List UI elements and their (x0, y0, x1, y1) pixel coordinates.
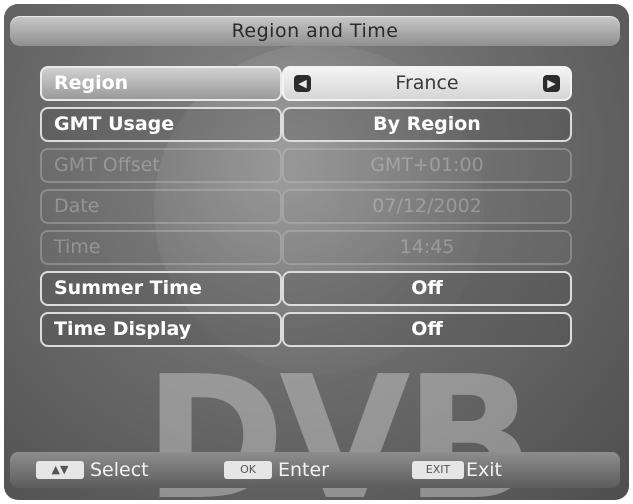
osd-screen: DVB Region and Time Region ◀ France ▶ GM… (4, 4, 629, 500)
region-label: Region (54, 72, 129, 94)
hint-select: ▲▼ Select (32, 452, 182, 488)
menu-row-gmt-usage[interactable]: GMT Usage By Region (40, 107, 572, 142)
menu-label-cell: GMT Offset (40, 148, 282, 183)
footer-hint-bar: ▲▼ Select OK Enter EXIT Exit (10, 452, 620, 488)
region-value: France (395, 72, 459, 94)
select-hint-label: Select (90, 459, 149, 481)
gmt-offset-label: GMT Offset (54, 154, 160, 176)
menu-row-summer-time[interactable]: Summer Time Off (40, 271, 572, 306)
up-down-arrow-icon: ▲▼ (36, 461, 84, 479)
menu-row-region[interactable]: Region ◀ France ▶ (40, 66, 572, 101)
menu-row-gmt-offset: GMT Offset GMT+01:00 (40, 148, 572, 183)
time-value: 14:45 (399, 236, 455, 258)
gmt-usage-label: GMT Usage (54, 113, 175, 135)
menu-label-cell: GMT Usage (40, 107, 282, 142)
menu-label-cell: Time (40, 230, 282, 265)
title-bar: Region and Time (10, 16, 620, 46)
time-display-value-cell[interactable]: Off (282, 312, 572, 347)
menu-label-cell: Date (40, 189, 282, 224)
gmt-offset-value-cell: GMT+01:00 (282, 148, 572, 183)
menu-row-time-display[interactable]: Time Display Off (40, 312, 572, 347)
summer-time-label: Summer Time (54, 277, 202, 299)
menu-row-time: Time 14:45 (40, 230, 572, 265)
date-label: Date (54, 195, 100, 217)
gmt-usage-value: By Region (373, 113, 481, 135)
menu-label-cell: Region (40, 66, 282, 101)
exit-hint-label: Exit (466, 459, 502, 481)
gmt-offset-value: GMT+01:00 (370, 154, 484, 176)
menu-label-cell: Summer Time (40, 271, 282, 306)
time-label: Time (54, 236, 101, 258)
exit-key: EXIT (412, 461, 464, 479)
summer-time-value: Off (411, 277, 443, 299)
menu-label-cell: Time Display (40, 312, 282, 347)
hint-enter: OK Enter (220, 452, 370, 488)
gmt-usage-value-cell[interactable]: By Region (282, 107, 572, 142)
chevron-right-icon[interactable]: ▶ (543, 75, 560, 92)
date-value-cell: 07/12/2002 (282, 189, 572, 224)
time-value-cell: 14:45 (282, 230, 572, 265)
enter-hint-label: Enter (278, 459, 329, 481)
time-display-label: Time Display (54, 318, 192, 340)
hint-exit: EXIT Exit (408, 452, 558, 488)
summer-time-value-cell[interactable]: Off (282, 271, 572, 306)
region-value-cell[interactable]: ◀ France ▶ (282, 66, 572, 101)
menu-row-date: Date 07/12/2002 (40, 189, 572, 224)
time-display-value: Off (411, 318, 443, 340)
page-title: Region and Time (231, 20, 399, 42)
date-value: 07/12/2002 (372, 195, 482, 217)
ok-key: OK (224, 461, 272, 479)
